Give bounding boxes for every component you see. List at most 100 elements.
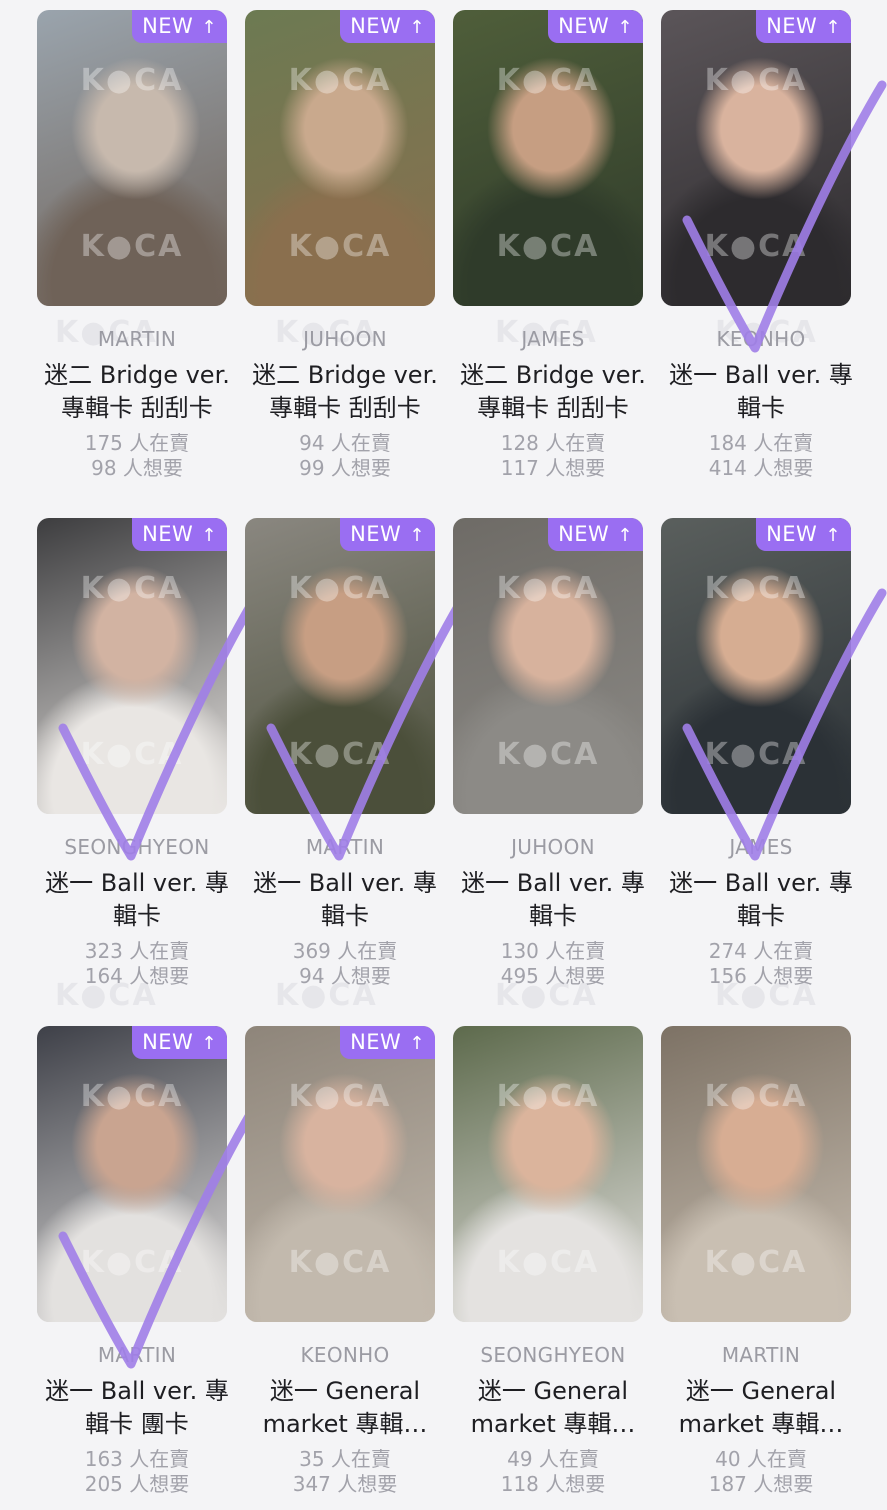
- photocard-image[interactable]: K●CA K●CA NEW ↑: [661, 10, 851, 306]
- sell-count-value: 49: [507, 1447, 533, 1471]
- card-title[interactable]: 迷二 Bridge ver. 專輯卡 刮刮卡: [33, 359, 241, 425]
- card-title[interactable]: 迷二 Bridge ver. 專輯卡 刮刮卡: [449, 359, 657, 425]
- card-title-line: 輯卡 團卡: [85, 1410, 189, 1438]
- watermark: K●CA: [80, 737, 184, 773]
- want-count-label: 人想要: [545, 964, 606, 988]
- card-title-line: market 專輯…: [470, 1410, 636, 1438]
- sell-count-value: 130: [500, 939, 539, 963]
- want-count-value: 118: [500, 1472, 539, 1496]
- sell-count-label: 人在賣: [538, 1447, 599, 1471]
- want-count: 117 人想要: [449, 456, 657, 481]
- watermark: K●CA: [496, 1079, 600, 1115]
- photocard-image[interactable]: K●CA K●CA NEW ↑: [453, 10, 643, 306]
- card-title-line: 迷一 Ball ver. 專: [461, 869, 645, 897]
- member-name: JAMES: [521, 327, 585, 351]
- card-title[interactable]: 迷一 Ball ver. 專輯卡: [241, 867, 449, 933]
- card-title-line: 輯卡: [529, 902, 577, 930]
- card-title-line: 迷二 Bridge ver.: [44, 361, 230, 389]
- want-count-value: 99: [299, 456, 325, 480]
- want-count: 98 人想要: [33, 456, 241, 481]
- photocard-image[interactable]: K●CA K●CA: [453, 1026, 643, 1322]
- photocard-image[interactable]: K●CA K●CA: [661, 1026, 851, 1322]
- card-stats: 184 人在賣 414 人想要: [657, 431, 865, 481]
- sell-count: 130 人在賣: [449, 939, 657, 964]
- card-stats: 40 人在賣 187 人想要: [657, 1447, 865, 1497]
- card-title-line: 迷一 Ball ver. 專: [669, 361, 853, 389]
- want-count-value: 164: [84, 964, 123, 988]
- new-badge-label: NEW: [766, 522, 818, 546]
- card-title[interactable]: 迷一 General market 專輯…: [657, 1375, 865, 1441]
- want-count-value: 205: [84, 1472, 123, 1496]
- card-title-line: 專輯卡 刮刮卡: [61, 394, 213, 422]
- card-title-line: market 專輯…: [678, 1410, 844, 1438]
- want-count-value: 187: [708, 1472, 747, 1496]
- card-title[interactable]: 迷二 Bridge ver. 專輯卡 刮刮卡: [241, 359, 449, 425]
- card-title-line: 迷一 Ball ver. 專: [669, 869, 853, 897]
- arrow-up-icon: ↑: [201, 17, 217, 38]
- arrow-up-icon: ↑: [617, 17, 633, 38]
- want-count-label: 人想要: [129, 1472, 190, 1496]
- card-stats: 35 人在賣 347 人想要: [241, 1447, 449, 1497]
- sell-count-label: 人在賣: [753, 431, 814, 455]
- card-title[interactable]: 迷一 Ball ver. 專輯卡: [449, 867, 657, 933]
- new-badge: NEW ↑: [340, 518, 435, 551]
- card-title[interactable]: 迷一 General market 專輯…: [449, 1375, 657, 1441]
- new-badge-label: NEW: [766, 14, 818, 38]
- member-name: KEONHO: [300, 1343, 390, 1367]
- watermark: K●CA: [704, 571, 808, 607]
- watermark: K●CA: [288, 229, 392, 265]
- sell-count-label: 人在賣: [129, 431, 190, 455]
- sell-count-value: 35: [299, 1447, 325, 1471]
- member-name: SEONGHYEON: [480, 1343, 626, 1367]
- card-title-line: 輯卡: [737, 902, 785, 930]
- card-title-line: 迷一 Ball ver. 專: [45, 1377, 229, 1405]
- photocard-grid: K●CA K●CA K●CA K●CA K●CA K●CA K●CA K●CA …: [0, 0, 887, 1510]
- want-count-label: 人想要: [330, 964, 391, 988]
- want-count-value: 117: [500, 456, 539, 480]
- card-title[interactable]: 迷一 Ball ver. 專輯卡 團卡: [33, 1375, 241, 1441]
- arrow-up-icon: ↑: [409, 17, 425, 38]
- watermark: K●CA: [288, 737, 392, 773]
- sell-count-value: 184: [708, 431, 747, 455]
- card-title[interactable]: 迷一 Ball ver. 專輯卡: [33, 867, 241, 933]
- arrow-up-icon: ↑: [617, 525, 633, 546]
- want-count-label: 人想要: [753, 1472, 814, 1496]
- member-name: SEONGHYEON: [64, 835, 210, 859]
- card-stats: 163 人在賣 205 人想要: [33, 1447, 241, 1497]
- card-title[interactable]: 迷一 General market 專輯…: [241, 1375, 449, 1441]
- sell-count-label: 人在賣: [545, 431, 606, 455]
- arrow-up-icon: ↑: [409, 1033, 425, 1054]
- want-count: 495 人想要: [449, 964, 657, 989]
- sell-count-label: 人在賣: [753, 939, 814, 963]
- watermark: K●CA: [496, 63, 600, 99]
- watermark: K●CA: [80, 63, 184, 99]
- card-stats: 94 人在賣 99 人想要: [241, 431, 449, 481]
- card-title-line: 輯卡: [737, 394, 785, 422]
- card-title[interactable]: 迷一 Ball ver. 專輯卡: [657, 359, 865, 425]
- card-title-line: 迷一 General: [269, 1377, 421, 1405]
- want-count: 205 人想要: [33, 1472, 241, 1497]
- card-title[interactable]: 迷一 Ball ver. 專輯卡: [657, 867, 865, 933]
- new-badge: NEW ↑: [132, 1026, 227, 1059]
- photocard-image[interactable]: K●CA K●CA NEW ↑: [37, 10, 227, 306]
- photocard-image[interactable]: K●CA K●CA NEW ↑: [245, 10, 435, 306]
- photocard-image[interactable]: K●CA K●CA NEW ↑: [245, 1026, 435, 1322]
- want-count: 347 人想要: [241, 1472, 449, 1497]
- sell-count-label: 人在賣: [545, 939, 606, 963]
- member-name: MARTIN: [97, 327, 177, 351]
- photocard-image[interactable]: K●CA K●CA NEW ↑: [37, 1026, 227, 1322]
- watermark: K●CA: [288, 1245, 392, 1281]
- arrow-up-icon: ↑: [825, 525, 841, 546]
- watermark: K●CA: [704, 1245, 808, 1281]
- member-name: MARTIN: [305, 835, 385, 859]
- new-badge: NEW ↑: [132, 518, 227, 551]
- sell-count-value: 323: [84, 939, 123, 963]
- photocard-image[interactable]: K●CA K●CA NEW ↑: [37, 518, 227, 814]
- watermark: K●CA: [80, 229, 184, 265]
- photocard-image[interactable]: K●CA K●CA NEW ↑: [453, 518, 643, 814]
- photocard-image[interactable]: K●CA K●CA NEW ↑: [245, 518, 435, 814]
- sell-count: 323 人在賣: [33, 939, 241, 964]
- want-count-label: 人想要: [753, 964, 814, 988]
- photocard-image[interactable]: K●CA K●CA NEW ↑: [661, 518, 851, 814]
- sell-count: 49 人在賣: [449, 1447, 657, 1472]
